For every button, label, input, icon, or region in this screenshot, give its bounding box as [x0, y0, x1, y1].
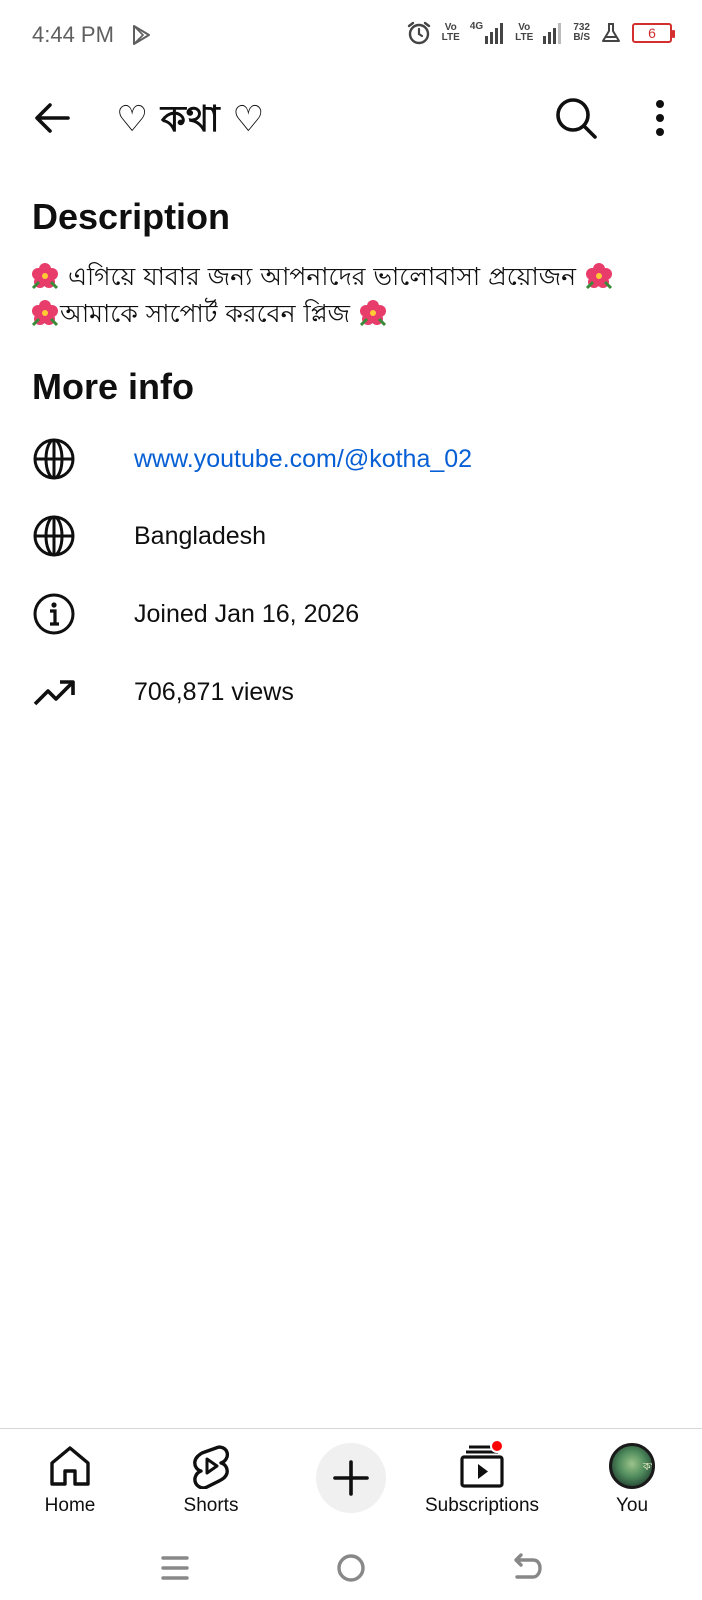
- signal-icon: 4G: [470, 22, 505, 44]
- battery-level: 6: [648, 25, 656, 41]
- notification-dot: [490, 1439, 504, 1453]
- home-icon: [50, 1446, 90, 1486]
- recent-apps-icon[interactable]: [155, 1548, 195, 1588]
- description-line-1: এগিয়ে যাবার জন্য আপনাদের ভালোবাসা প্রয়…: [30, 258, 680, 295]
- back-arrow-icon[interactable]: [28, 94, 76, 142]
- hibiscus-flower-icon: [585, 263, 613, 290]
- system-navigation-bar: [0, 1536, 702, 1600]
- app-bar: ♡ কথা ♡: [0, 80, 702, 152]
- create-button[interactable]: [316, 1443, 386, 1513]
- description-line-2: আমাকে সাপোর্ট করবেন প্লিজ: [30, 295, 680, 332]
- bottom-navigation: Home Shorts Subscriptions কথা You: [0, 1428, 702, 1536]
- joined-date-text: Joined Jan 16, 2026: [134, 599, 360, 628]
- avatar-text: কথা: [642, 1460, 652, 1473]
- status-time: 4:44 PM: [32, 22, 114, 47]
- home-circle-icon[interactable]: [331, 1548, 371, 1588]
- country-text: Bangladesh: [134, 521, 267, 550]
- status-bar: 4:44 PM Vo LTE 4G Vo LTE 732 B/S 6: [0, 0, 702, 72]
- hibiscus-flower-icon: [359, 300, 387, 327]
- nav-shorts[interactable]: Shorts: [141, 1443, 281, 1517]
- info-row-country: Bangladesh: [32, 511, 672, 561]
- more-vert-icon[interactable]: [640, 94, 680, 142]
- description-heading: Description: [32, 196, 231, 237]
- nav-subscriptions-label: Subscriptions: [424, 1495, 540, 1516]
- info-row-views: 706,871 views: [32, 667, 672, 717]
- play-store-icon: [133, 25, 150, 45]
- nav-home[interactable]: Home: [0, 1443, 140, 1517]
- info-row-link[interactable]: www.youtube.com/@kotha_02: [32, 434, 672, 484]
- status-indicators: Vo LTE 4G Vo LTE 732 B/S 6: [406, 20, 675, 46]
- info-row-joined: Joined Jan 16, 2026: [32, 589, 672, 639]
- nav-home-label: Home: [44, 1495, 96, 1516]
- info-icon: [33, 593, 75, 635]
- page-title: ♡ কথা ♡: [116, 99, 265, 140]
- globe-icon: [33, 438, 75, 480]
- flask-icon: [602, 23, 620, 42]
- alarm-icon: [407, 21, 430, 45]
- battery-icon: 6: [632, 23, 675, 43]
- views-count-text: 706,871 views: [134, 677, 294, 706]
- nav-subscriptions[interactable]: Subscriptions: [412, 1439, 552, 1517]
- trending-up-icon: [33, 680, 75, 706]
- hibiscus-flower-icon: [31, 263, 59, 290]
- net-speed: 732 B/S: [573, 22, 590, 43]
- create-plus-icon: [333, 1460, 369, 1496]
- signal-icon-2: [543, 23, 562, 44]
- nav-you[interactable]: কথা You: [562, 1443, 702, 1517]
- avatar: কথা: [609, 1443, 655, 1489]
- sim1-label: Vo LTE: [441, 22, 460, 43]
- shorts-icon: [193, 1445, 230, 1489]
- nav-you-label: You: [615, 1495, 649, 1516]
- back-nav-icon[interactable]: [507, 1548, 547, 1588]
- hibiscus-flower-icon: [31, 300, 59, 327]
- sim2-label: Vo LTE: [515, 22, 534, 43]
- channel-link[interactable]: www.youtube.com/@kotha_02: [134, 445, 472, 474]
- globe-icon: [33, 515, 75, 557]
- search-icon[interactable]: [552, 94, 600, 142]
- more-info-heading: More info: [32, 366, 194, 407]
- description-text: এগিয়ে যাবার জন্য আপনাদের ভালোবাসা প্রয়…: [30, 258, 680, 332]
- nav-shorts-label: Shorts: [183, 1495, 239, 1516]
